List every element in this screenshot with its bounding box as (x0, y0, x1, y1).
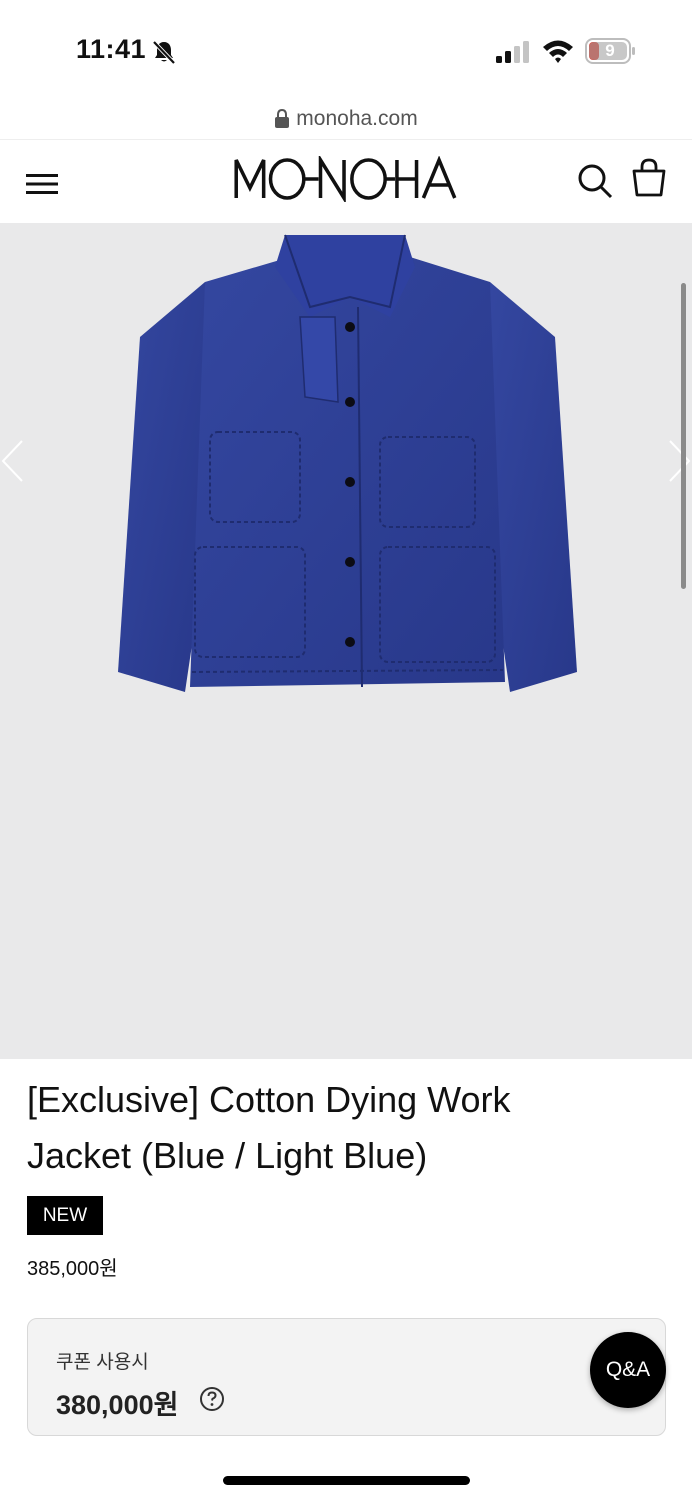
prev-arrow-icon[interactable] (0, 438, 26, 484)
menu-icon[interactable] (24, 170, 60, 198)
status-time: 11:41 (76, 34, 147, 64)
scrollbar[interactable] (681, 283, 686, 589)
signal-icon (496, 41, 529, 63)
product-price: 385,000원 (27, 1258, 118, 1280)
battery-level: 9 (605, 41, 615, 60)
url-bar[interactable]: monoha.com (0, 100, 692, 138)
coupon-price: 380,000원 (56, 1390, 179, 1420)
bell-off-icon (152, 40, 176, 65)
home-indicator[interactable] (223, 1476, 470, 1485)
url-text: monoha.com (296, 107, 418, 130)
bag-icon[interactable] (630, 158, 668, 198)
qa-button[interactable]: Q&A (590, 1332, 666, 1408)
wifi-icon (543, 40, 573, 63)
next-arrow-icon[interactable] (666, 438, 692, 484)
product-image[interactable] (0, 223, 692, 1059)
product-title: [Exclusive] Cotton Dying Work Jacket (Bl… (27, 1079, 511, 1176)
help-icon[interactable] (199, 1386, 225, 1412)
site-header (0, 139, 692, 223)
coupon-label: 쿠폰 사용시 (56, 1352, 149, 1373)
new-badge: NEW (27, 1196, 103, 1235)
coupon-box: 쿠폰 사용시 380,000원 (27, 1318, 666, 1436)
site-logo[interactable] (232, 156, 457, 202)
search-icon[interactable] (576, 162, 614, 200)
lock-icon (275, 109, 290, 128)
jacket-image (118, 234, 577, 692)
status-bar: 11:41 9 (0, 0, 692, 100)
